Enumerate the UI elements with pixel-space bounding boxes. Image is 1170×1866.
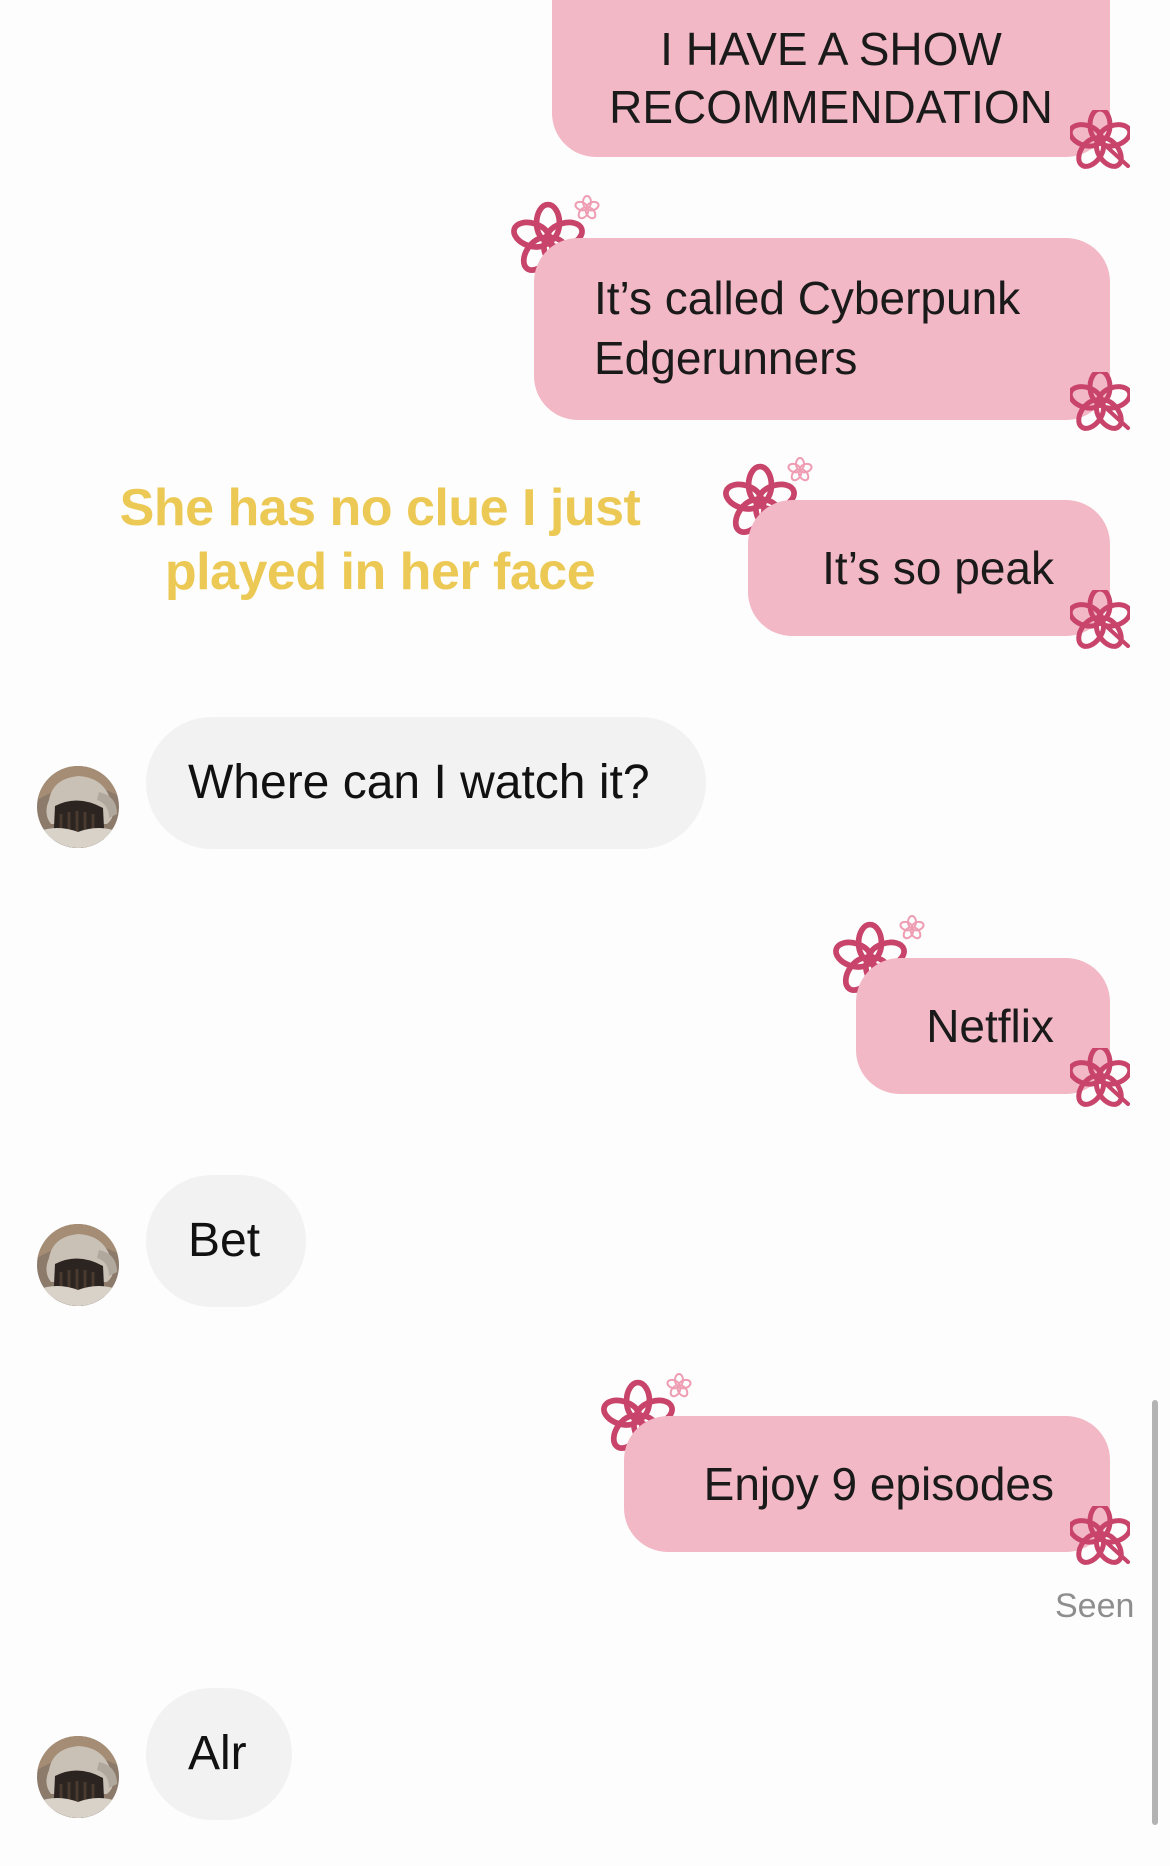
pink-flower-icon [1070, 1048, 1130, 1108]
message-text: Alr [188, 1727, 247, 1780]
message-text: Where can I watch it? [188, 756, 650, 809]
message-text-line: It’s called Cyberpunk [594, 272, 1021, 324]
outgoing-message-bubble[interactable]: Enjoy 9 episodes [624, 1416, 1110, 1552]
caption-line: She has no clue I just [119, 479, 641, 537]
avatar[interactable] [37, 1736, 119, 1818]
avatar[interactable] [37, 766, 119, 848]
pink-flower-icon [1070, 110, 1130, 170]
outgoing-message-bubble[interactable]: It’s so peak [748, 500, 1110, 636]
message-text: Enjoy 9 episodes [703, 1458, 1054, 1510]
pink-flower-icon [1070, 1506, 1130, 1566]
small-flower-icon [573, 195, 601, 222]
seen-status: Seen [1055, 1587, 1135, 1625]
incoming-message-bubble[interactable]: Where can I watch it? [146, 717, 706, 849]
message-text: Bet [188, 1214, 261, 1267]
outgoing-message-bubble[interactable]: I HAVE A SHOW RECOMMENDATION [552, 0, 1110, 157]
outgoing-message-bubble[interactable]: It’s called Cyberpunk Edgerunners [534, 238, 1110, 420]
avatar[interactable] [37, 1224, 119, 1306]
caption-line: played in her face [164, 543, 596, 601]
incoming-message-bubble[interactable]: Alr [146, 1688, 292, 1820]
message-text-line: I HAVE A SHOW [660, 23, 1002, 75]
pink-flower-icon [1070, 372, 1130, 432]
scrollbar[interactable] [1152, 1400, 1158, 1825]
message-text-line: RECOMMENDATION [609, 81, 1053, 133]
small-flower-icon [665, 1373, 693, 1400]
caption-overlay: She has no clue I just played in her fac… [110, 476, 650, 604]
small-flower-icon [786, 457, 814, 484]
pink-flower-icon [1070, 590, 1130, 650]
incoming-message-bubble[interactable]: Bet [146, 1175, 306, 1307]
small-flower-icon [898, 915, 926, 942]
message-text: Netflix [926, 1000, 1054, 1052]
message-text-line: Edgerunners [594, 332, 858, 384]
message-text: It’s so peak [822, 542, 1054, 594]
